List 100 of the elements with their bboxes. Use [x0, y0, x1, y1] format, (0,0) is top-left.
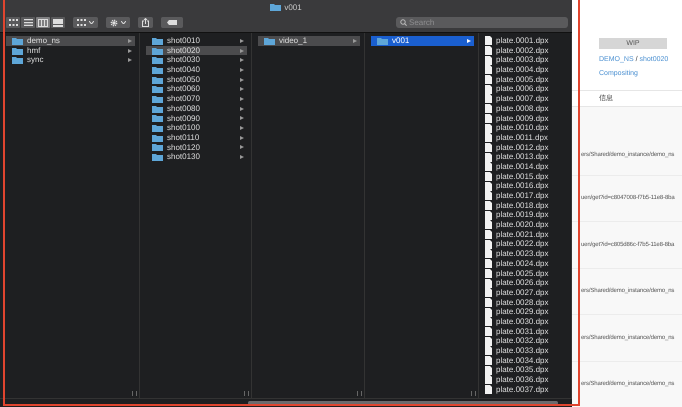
file-item[interactable]: plate.0035.dpx: [479, 365, 567, 376]
file-item[interactable]: plate.0008.dpx: [479, 104, 567, 114]
file-item[interactable]: plate.0002.dpx: [479, 46, 567, 56]
folder-icon: [152, 114, 163, 122]
file-item[interactable]: plate.0007.dpx: [479, 94, 567, 104]
share-button[interactable]: [138, 17, 153, 28]
folder-icon: [270, 3, 282, 11]
column-resize-handle[interactable]: [132, 391, 137, 396]
folder-icon: [152, 134, 163, 142]
file-item[interactable]: plate.0016.dpx: [479, 181, 567, 191]
folder-item[interactable]: sync: [6, 55, 135, 66]
folder-icon: [152, 66, 163, 74]
folder-item[interactable]: v001: [371, 36, 474, 46]
file-item[interactable]: plate.0019.dpx: [479, 210, 567, 220]
disclosure-arrow-icon: [240, 58, 244, 62]
caret-icon: [89, 21, 94, 24]
disclosure-arrow-icon: [240, 155, 244, 160]
column-view-button[interactable]: [36, 17, 50, 28]
file-item[interactable]: plate.0018.dpx: [479, 200, 567, 210]
file-item[interactable]: plate.0026.dpx: [479, 278, 567, 288]
disclosure-arrow-icon: [467, 38, 471, 43]
column-resize-handle[interactable]: [244, 391, 249, 396]
disclosure-arrow-icon: [240, 106, 244, 111]
folder-item[interactable]: shot0110: [146, 132, 247, 143]
file-item[interactable]: plate.0022.dpx: [479, 239, 567, 250]
gear-icon: [110, 18, 118, 26]
icon-view-button[interactable]: [6, 17, 20, 28]
file-item[interactable]: plate.0012.dpx: [479, 142, 567, 152]
list-view-button[interactable]: [21, 17, 35, 28]
file-item[interactable]: plate.0011.dpx: [479, 132, 567, 143]
folder-item[interactable]: shot0040: [146, 65, 247, 75]
caret-icon: [121, 21, 126, 24]
file-item[interactable]: plate.0003.dpx: [479, 55, 567, 66]
disclosure-arrow-icon: [240, 87, 244, 92]
disclosure-arrow-icon: [240, 145, 244, 150]
disclosure-arrow-icon: [128, 48, 132, 53]
disclosure-arrow-icon: [240, 136, 244, 140]
file-item[interactable]: plate.0030.dpx: [479, 316, 567, 327]
settings-button[interactable]: [106, 17, 130, 28]
grid-icon: [77, 19, 86, 26]
file-item[interactable]: plate.0025.dpx: [479, 268, 567, 278]
file-item[interactable]: plate.0020.dpx: [479, 220, 567, 230]
file-item[interactable]: plate.0005.dpx: [479, 74, 567, 84]
disclosure-arrow-icon: [240, 78, 244, 82]
file-item[interactable]: plate.0031.dpx: [479, 326, 567, 336]
folder-icon: [152, 104, 163, 113]
column-resize-handle[interactable]: [357, 391, 362, 396]
folder-item[interactable]: shot0120: [146, 142, 247, 152]
file-item[interactable]: plate.0032.dpx: [479, 336, 567, 346]
file-item[interactable]: plate.0024.dpx: [479, 258, 567, 268]
folder-icon: [152, 143, 163, 152]
folder-item[interactable]: shot0050: [146, 74, 247, 84]
disclosure-arrow-icon: [240, 126, 244, 130]
share-icon: [142, 18, 149, 27]
file-item[interactable]: plate.0023.dpx: [479, 249, 567, 259]
file-item[interactable]: plate.0033.dpx: [479, 346, 567, 356]
folder-item[interactable]: demo_ns: [6, 36, 135, 46]
file-item[interactable]: plate.0014.dpx: [479, 162, 567, 172]
file-item[interactable]: plate.0009.dpx: [479, 114, 567, 124]
file-item[interactable]: plate.0015.dpx: [479, 172, 567, 182]
disclosure-arrow-icon: [240, 68, 244, 72]
search-icon: [400, 19, 407, 26]
folder-icon: [152, 85, 163, 94]
folder-item[interactable]: shot0080: [146, 104, 247, 114]
file-item[interactable]: plate.0017.dpx: [479, 191, 567, 201]
file-item[interactable]: plate.0021.dpx: [479, 230, 567, 240]
folder-item[interactable]: video_1: [258, 36, 360, 46]
file-item[interactable]: plate.0034.dpx: [479, 356, 567, 366]
group-button[interactable]: [73, 17, 98, 28]
folder-item[interactable]: shot0070: [146, 94, 247, 104]
folder-icon: [152, 124, 163, 132]
window-title: v001: [270, 2, 302, 12]
folder-icon: [152, 153, 163, 162]
folder-icon: [152, 76, 163, 84]
folder-item[interactable]: shot0130: [146, 152, 247, 162]
disclosure-arrow-icon: [128, 38, 132, 43]
folder-item[interactable]: shot0100: [146, 123, 247, 133]
disclosure-arrow-icon: [128, 58, 132, 62]
file-item[interactable]: plate.0037.dpx: [479, 384, 567, 394]
file-item[interactable]: plate.0010.dpx: [479, 123, 567, 133]
folder-item[interactable]: shot0090: [146, 114, 247, 124]
tag-icon: [167, 20, 177, 25]
folder-item[interactable]: shot0030: [146, 55, 247, 66]
folder-item[interactable]: shot0020: [146, 46, 247, 56]
folder-icon: [152, 94, 163, 103]
gallery-view-button[interactable]: [51, 17, 65, 28]
file-item[interactable]: plate.0001.dpx: [479, 36, 567, 46]
file-item[interactable]: plate.0013.dpx: [479, 152, 567, 162]
disclosure-arrow-icon: [240, 116, 244, 120]
folder-item[interactable]: shot0060: [146, 84, 247, 94]
disclosure-arrow-icon: [240, 48, 244, 53]
tag-button[interactable]: [161, 17, 183, 28]
column-resize-handle[interactable]: [471, 391, 476, 396]
file-item[interactable]: plate.0036.dpx: [479, 375, 567, 385]
file-item[interactable]: plate.0004.dpx: [479, 65, 567, 75]
file-item[interactable]: plate.0028.dpx: [479, 298, 567, 308]
folder-item[interactable]: hmf: [6, 46, 135, 56]
file-item[interactable]: plate.0006.dpx: [479, 84, 567, 94]
file-item[interactable]: plate.0027.dpx: [479, 288, 567, 298]
file-item[interactable]: plate.0029.dpx: [479, 307, 567, 317]
